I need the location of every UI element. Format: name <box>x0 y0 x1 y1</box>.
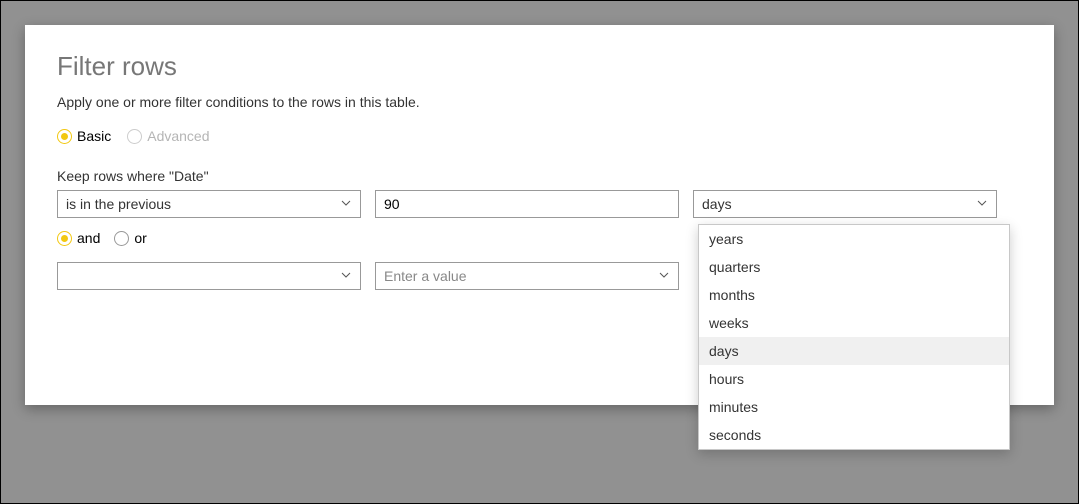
value-input-1-wrapper <box>375 190 679 218</box>
radio-icon <box>57 231 72 246</box>
value-placeholder-2: Enter a value <box>384 268 467 284</box>
unit-option-weeks[interactable]: weeks <box>699 309 1009 337</box>
dialog-subtitle: Apply one or more filter conditions to t… <box>57 94 1022 110</box>
logic-and-label: and <box>77 230 100 246</box>
unit-option-quarters[interactable]: quarters <box>699 253 1009 281</box>
radio-icon <box>114 231 129 246</box>
mode-advanced-radio[interactable]: Advanced <box>127 128 209 144</box>
unit-option-years[interactable]: years <box>699 225 1009 253</box>
unit-option-months[interactable]: months <box>699 281 1009 309</box>
chevron-down-icon <box>340 196 352 212</box>
unit-value-1: days <box>702 196 732 212</box>
radio-icon <box>127 129 142 144</box>
value-input-1[interactable] <box>384 196 670 212</box>
unit-option-minutes[interactable]: minutes <box>699 393 1009 421</box>
value-input-2[interactable]: Enter a value <box>375 262 679 290</box>
chevron-down-icon <box>340 268 352 284</box>
logic-or-label: or <box>134 230 146 246</box>
mode-advanced-label: Advanced <box>147 128 209 144</box>
unit-option-seconds[interactable]: seconds <box>699 421 1009 449</box>
unit-dropdown-list: years quarters months weeks days hours m… <box>698 224 1010 450</box>
mode-basic-label: Basic <box>77 128 111 144</box>
operator-value-1: is in the previous <box>66 196 171 212</box>
logic-and-radio[interactable]: and <box>57 230 100 246</box>
unit-select-1[interactable]: days <box>693 190 997 218</box>
dialog-title: Filter rows <box>57 51 1022 82</box>
operator-select-2[interactable] <box>57 262 361 290</box>
chevron-down-icon <box>976 196 988 212</box>
unit-option-hours[interactable]: hours <box>699 365 1009 393</box>
mode-radio-group: Basic Advanced <box>57 128 1022 144</box>
chevron-down-icon <box>658 268 670 284</box>
mode-basic-radio[interactable]: Basic <box>57 128 111 144</box>
radio-icon <box>57 129 72 144</box>
logic-or-radio[interactable]: or <box>114 230 146 246</box>
keep-rows-label: Keep rows where "Date" <box>57 168 1022 184</box>
condition-row-1: is in the previous days <box>57 190 1022 218</box>
operator-select-1[interactable]: is in the previous <box>57 190 361 218</box>
unit-option-days[interactable]: days <box>699 337 1009 365</box>
